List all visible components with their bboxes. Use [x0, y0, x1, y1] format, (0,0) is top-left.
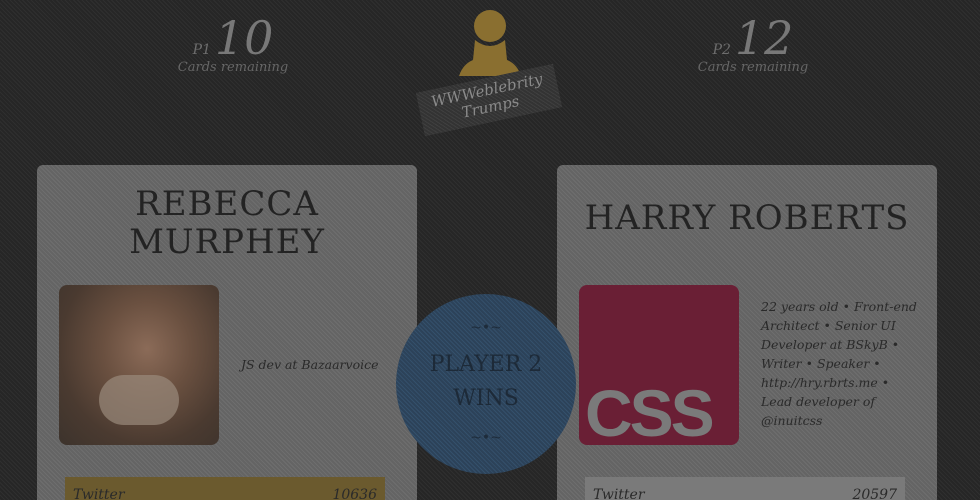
stat-row-twitter[interactable]: Twitter 10636: [65, 477, 385, 500]
winner-badge: ~•~ PLAYER 2 WINS ~•~: [396, 294, 576, 474]
player1-card[interactable]: REBECCA MURPHEY JS dev at Bazaarvoice Tw…: [37, 165, 417, 500]
player2-count: 12: [734, 11, 794, 65]
profile-photo: [59, 285, 219, 445]
card-name: REBECCA MURPHEY: [129, 184, 325, 262]
player1-score: P1 10 Cards remaining: [163, 14, 303, 75]
player2-label: P2: [712, 42, 731, 58]
css-logo-text: CSS: [585, 376, 715, 445]
card-bio: 22 years old • Front-end Architect • Sen…: [761, 299, 917, 428]
winner-text: PLAYER 2 WINS: [429, 352, 543, 411]
stat-label: Twitter: [73, 487, 125, 500]
ornament-top: ~•~: [470, 320, 502, 336]
css-logo-image: CSS: [579, 285, 739, 445]
ornament-bottom: ~•~: [470, 430, 502, 446]
player2-cards-remaining-label: Cards remaining: [697, 60, 809, 75]
card-bio: JS dev at Bazaarvoice: [241, 357, 379, 372]
player2-card[interactable]: HARRY ROBERTS CSS 22 years old • Front-e…: [557, 165, 937, 500]
stat-label: Twitter: [593, 487, 645, 500]
game-logo: WWWeblebrity Trumps: [415, 0, 565, 150]
player2-score: P2 12 Cards remaining: [683, 14, 823, 75]
stat-value: 20597: [852, 487, 897, 500]
player1-cards-remaining-label: Cards remaining: [177, 60, 289, 75]
player1-count: 10: [214, 11, 274, 65]
stat-value: 10636: [332, 487, 377, 500]
player1-label: P1: [192, 42, 211, 58]
card-name: HARRY ROBERTS: [584, 198, 910, 238]
stat-row-twitter[interactable]: Twitter 20597: [585, 477, 905, 500]
